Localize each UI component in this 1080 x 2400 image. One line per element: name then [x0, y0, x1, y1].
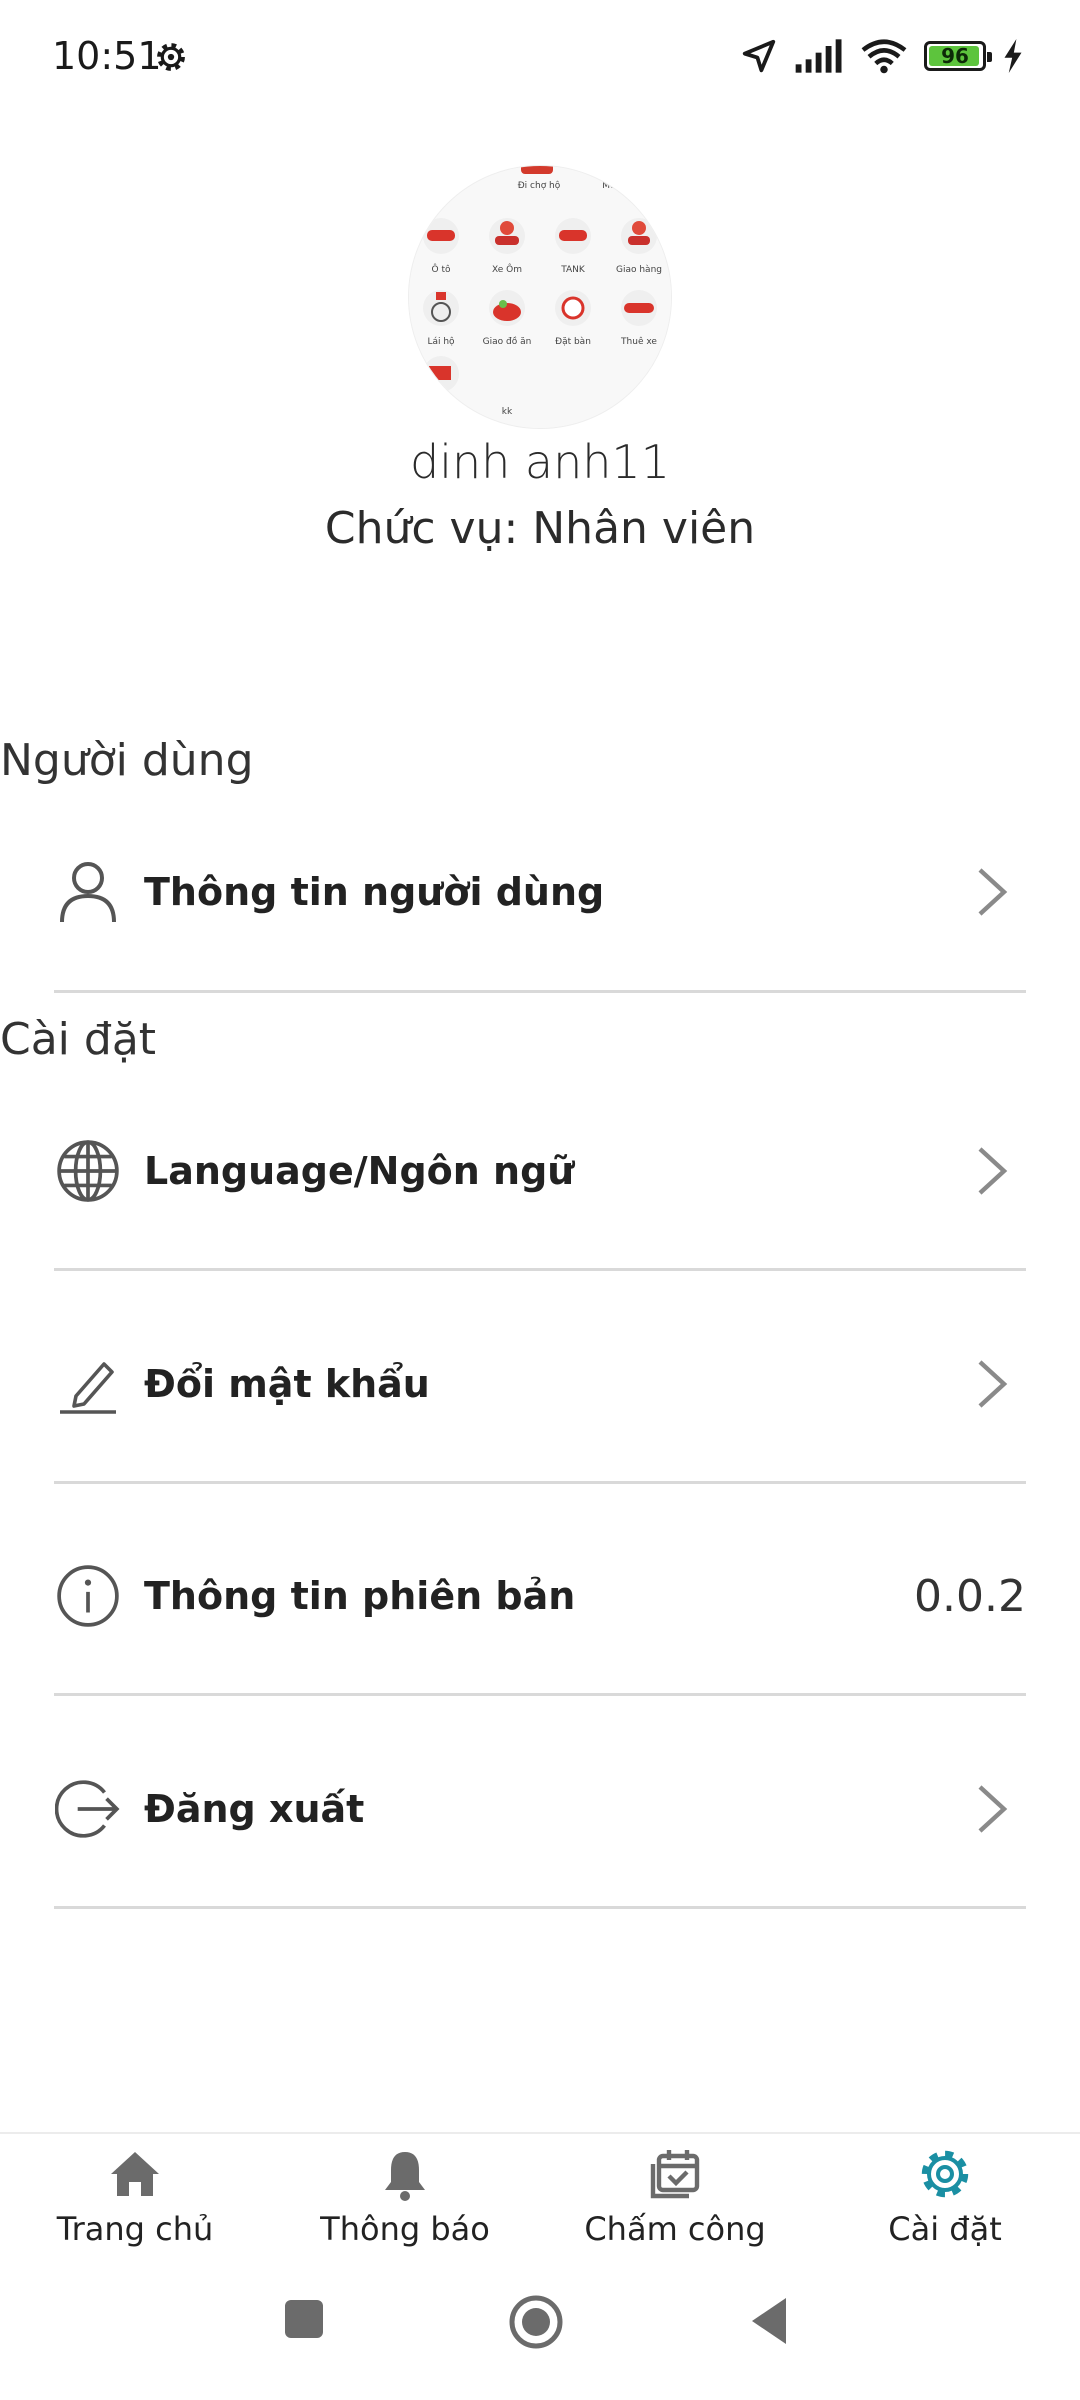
bell-icon — [385, 2152, 425, 2201]
chevron-right-icon — [968, 1143, 1016, 1199]
nav-settings-label: Cài đặt — [888, 2210, 1002, 2248]
charging-bolt-icon — [1004, 39, 1022, 73]
divider — [54, 990, 1026, 993]
back-button[interactable] — [748, 2296, 790, 2346]
nav-home[interactable]: Trang chủ — [0, 2134, 270, 2262]
avatar-label: Giao hàng — [616, 265, 662, 275]
home-button[interactable] — [508, 2294, 564, 2350]
divider — [54, 1268, 1026, 1271]
divider — [54, 1481, 1026, 1484]
avatar-label: Đặt bàn — [555, 337, 591, 347]
settings-gear-icon — [921, 2150, 969, 2198]
user-info-label: Thông tin người dùng — [144, 870, 605, 914]
version-label: Thông tin phiên bản — [144, 1574, 576, 1618]
change-password-row[interactable]: Đổi mật khẩu — [54, 1278, 1026, 1490]
logout-icon — [54, 1775, 122, 1843]
profile-role: Chức vụ: Nhân viên — [324, 503, 756, 554]
nav-attendance-label: Chấm công — [584, 2210, 766, 2248]
divider — [54, 1906, 1026, 1909]
nav-notifications[interactable]: Thông báo — [270, 2134, 540, 2262]
status-bar: 10:51 96 — [0, 0, 1080, 110]
avatar-label: Giao đồ ăn — [483, 336, 532, 347]
location-arrow-icon — [742, 39, 776, 73]
battery-icon: 96 — [924, 41, 992, 71]
avatar-label: Lái hộ — [427, 336, 455, 347]
version-value: 0.0.2 — [914, 1570, 1026, 1622]
logout-row[interactable]: Đăng xuất — [54, 1703, 1026, 1915]
chevron-right-icon — [968, 864, 1016, 920]
avatar-label: Xe Ôm — [492, 263, 522, 275]
battery-level: 96 — [941, 44, 969, 68]
chevron-right-icon — [968, 1781, 1016, 1837]
avatar-label: Đi chợ hộ — [518, 180, 561, 191]
logout-label: Đăng xuất — [144, 1787, 365, 1831]
section-title-user: Người dùng — [0, 735, 254, 786]
section-title-settings: Cài đặt — [0, 1014, 157, 1065]
language-label: Language/Ngôn ngữ — [144, 1149, 575, 1193]
pencil-icon — [54, 1350, 122, 1418]
chevron-right-icon — [968, 1356, 1016, 1412]
profile-name: dinh anh11 — [410, 435, 670, 489]
system-nav-bar — [0, 2270, 1080, 2400]
calendar-check-icon — [650, 2150, 700, 2199]
user-icon — [54, 858, 122, 926]
avatar-label: Ô tô — [432, 263, 451, 275]
recent-apps-button[interactable] — [283, 2298, 325, 2340]
avatar-label: kk — [502, 407, 513, 417]
nav-settings[interactable]: Cài đặt — [810, 2134, 1080, 2262]
globe-icon — [54, 1137, 122, 1205]
change-password-label: Đổi mật khẩu — [144, 1362, 430, 1406]
settings-gear-icon — [157, 43, 185, 71]
user-info-row[interactable]: Thông tin người dùng — [54, 786, 1026, 998]
wifi-icon — [861, 39, 907, 74]
status-time: 10:51 — [52, 34, 162, 78]
avatar[interactable]: Đi chợ hộ Mu Ô tô Xe Ôm TANK Giao hàng L… — [408, 165, 672, 429]
home-icon — [111, 2152, 159, 2196]
nav-home-label: Trang chủ — [56, 2210, 214, 2248]
info-icon — [54, 1562, 122, 1630]
avatar-label: Mu — [602, 181, 615, 191]
language-row[interactable]: Language/Ngôn ngữ — [54, 1065, 1026, 1277]
nav-attendance[interactable]: Chấm công — [540, 2134, 810, 2262]
avatar-label: TANK — [560, 265, 586, 275]
nav-notifications-label: Thông báo — [320, 2210, 490, 2248]
avatar-image: Đi chợ hộ Mu Ô tô Xe Ôm TANK Giao hàng L… — [409, 166, 671, 428]
version-row: Thông tin phiên bản 0.0.2 — [54, 1490, 1026, 1702]
cell-signal-icon — [795, 39, 842, 73]
avatar-label: Thuê xe — [620, 336, 657, 347]
divider — [54, 1693, 1026, 1696]
bottom-nav: Trang chủ Thông báo Chấm công Cài đặt — [0, 2132, 1080, 2262]
